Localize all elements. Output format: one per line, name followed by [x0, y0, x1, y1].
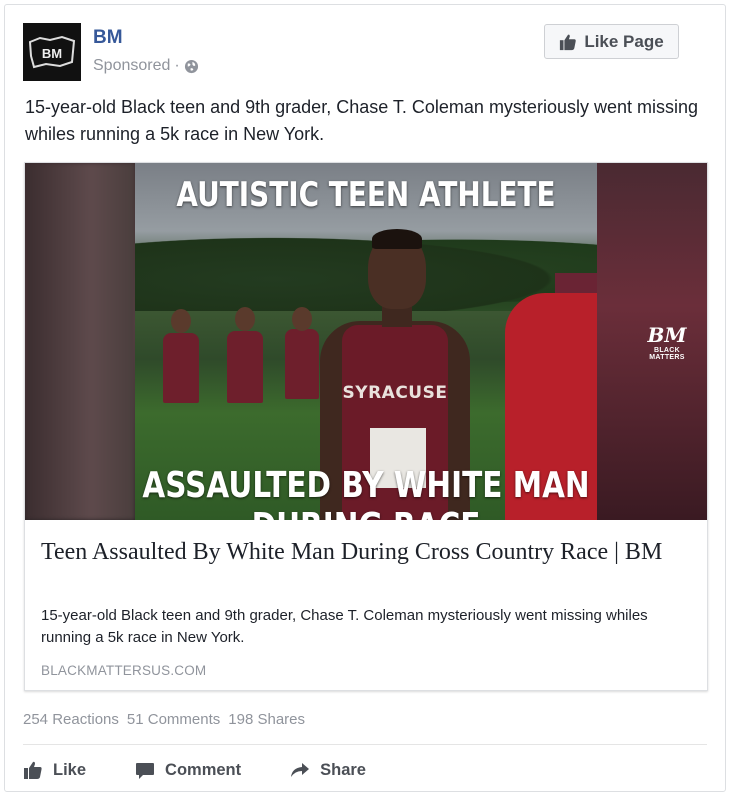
image-headline-top: AUTISTIC TEEN ATHLETE: [176, 175, 556, 215]
share-button[interactable]: Share: [290, 760, 366, 780]
bm-watermark-logo: BM BLACK MATTERS: [641, 323, 693, 361]
runner-figure: [285, 329, 319, 399]
share-arrow-icon: [291, 763, 310, 777]
post-meta: Sponsored ·: [93, 57, 199, 75]
athlete-hair: [372, 229, 422, 249]
image-headline-bottom: ASSAULTED BY WHITE MAN DURING RACE: [142, 465, 590, 520]
runner-head: [292, 307, 312, 331]
runner-head: [235, 307, 255, 331]
shares-count[interactable]: 198 Shares: [228, 711, 305, 728]
link-preview-image[interactable]: SYRACUSE AUTISTIC TEEN ATHLETE ASSAULTED…: [25, 163, 707, 520]
svg-text:BM: BM: [42, 46, 62, 61]
comment-label: Comment: [165, 760, 242, 779]
comment-button[interactable]: Comment: [135, 760, 241, 780]
watermark-sub: BLACK MATTERS: [649, 347, 685, 361]
bm-logo-icon: BM: [28, 35, 76, 69]
link-preview[interactable]: SYRACUSE AUTISTIC TEEN ATHLETE ASSAULTED…: [24, 162, 708, 691]
sponsored-label[interactable]: Sponsored: [93, 57, 170, 75]
thumbs-up-icon: [24, 761, 42, 779]
link-title[interactable]: Teen Assaulted By White Man During Cross…: [41, 537, 691, 568]
comments-count[interactable]: 51 Comments: [127, 711, 220, 728]
meta-separator: ·: [174, 57, 180, 74]
watermark-mark: BM: [647, 323, 687, 347]
link-domain: BLACKMATTERSUS.COM: [41, 663, 207, 678]
page-avatar[interactable]: BM: [23, 23, 81, 81]
page-name-link[interactable]: BM: [93, 27, 123, 49]
action-bar: Like Comment Share: [23, 755, 366, 785]
like-label: Like: [53, 760, 87, 779]
runner-figure: [227, 331, 263, 403]
actions-divider: [23, 744, 707, 745]
post-text: 15-year-old Black teen and 9th grader, C…: [25, 97, 698, 144]
globe-icon[interactable]: [184, 59, 199, 74]
reactions-count[interactable]: 254 Reactions: [23, 711, 119, 728]
like-button[interactable]: Like: [23, 760, 86, 780]
runner-head: [171, 309, 191, 333]
like-page-button[interactable]: Like Page: [544, 24, 679, 59]
runner-figure: [163, 333, 199, 403]
comment-icon: [136, 763, 155, 779]
jersey-text: SYRACUSE: [342, 383, 448, 403]
link-description: 15-year-old Black teen and 9th grader, C…: [41, 607, 648, 646]
sponsored-post-card: BM BM Sponsored · Like Page 15-year-old …: [4, 4, 726, 792]
share-label: Share: [320, 760, 366, 779]
engagement-stats: 254 Reactions 51 Comments 198 Shares: [23, 711, 305, 728]
like-page-label: Like Page: [584, 31, 664, 51]
thumbs-up-icon: [560, 34, 577, 50]
